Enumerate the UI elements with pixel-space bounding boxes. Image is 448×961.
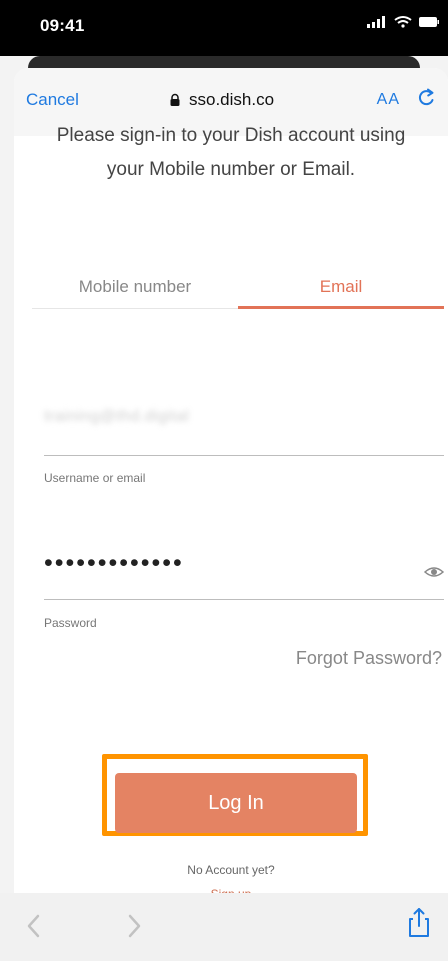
signal-icon — [367, 16, 385, 28]
browser-bottom-toolbar — [0, 893, 448, 961]
reload-icon[interactable] — [416, 88, 436, 108]
username-underline — [44, 455, 444, 456]
username-label: Username or email — [44, 471, 146, 485]
status-time: 09:41 — [40, 16, 85, 35]
text-size-button[interactable]: AA — [377, 91, 400, 109]
password-label: Password — [44, 616, 97, 630]
intro-text-line-2: your Mobile number or Email. — [106, 159, 356, 180]
status-bar: 09:41 — [0, 0, 448, 56]
tab-email[interactable]: Email — [238, 266, 444, 308]
wifi-icon — [394, 16, 412, 28]
browser-sheet: Cancel sso.dish.co AA Please sign-in to … — [14, 68, 448, 961]
no-account-text: No Account yet? — [187, 863, 275, 877]
login-button[interactable]: Log In — [115, 773, 357, 833]
address-bar[interactable]: sso.dish.co — [169, 90, 274, 110]
username-input-value[interactable]: training@thd.digital — [44, 408, 189, 426]
url-text: sso.dish.co — [189, 90, 275, 109]
password-underline — [44, 599, 444, 600]
password-input-value[interactable]: ••••••••••••• — [44, 549, 184, 578]
intro-text-line-1: Please sign-in to your Dish account usin… — [56, 125, 406, 146]
battery-icon — [419, 17, 439, 27]
phone-screen: 09:41 Cancel sso.dish.co AA Please sign-… — [0, 0, 448, 961]
tab-mobile-number[interactable]: Mobile number — [32, 266, 238, 308]
back-arrow-icon[interactable] — [24, 913, 42, 939]
cancel-button[interactable]: Cancel — [26, 90, 79, 110]
status-icons — [366, 15, 440, 29]
forgot-password-link[interactable]: Forgot Password? — [296, 648, 442, 669]
share-icon[interactable] — [406, 907, 432, 939]
eye-icon[interactable] — [424, 565, 444, 579]
lock-icon — [170, 93, 180, 106]
forward-arrow-icon[interactable] — [126, 913, 144, 939]
active-tab-underline — [238, 306, 444, 309]
login-method-tabs: Mobile number Email — [32, 266, 444, 309]
login-content: Please sign-in to your Dish account usin… — [14, 125, 448, 901]
